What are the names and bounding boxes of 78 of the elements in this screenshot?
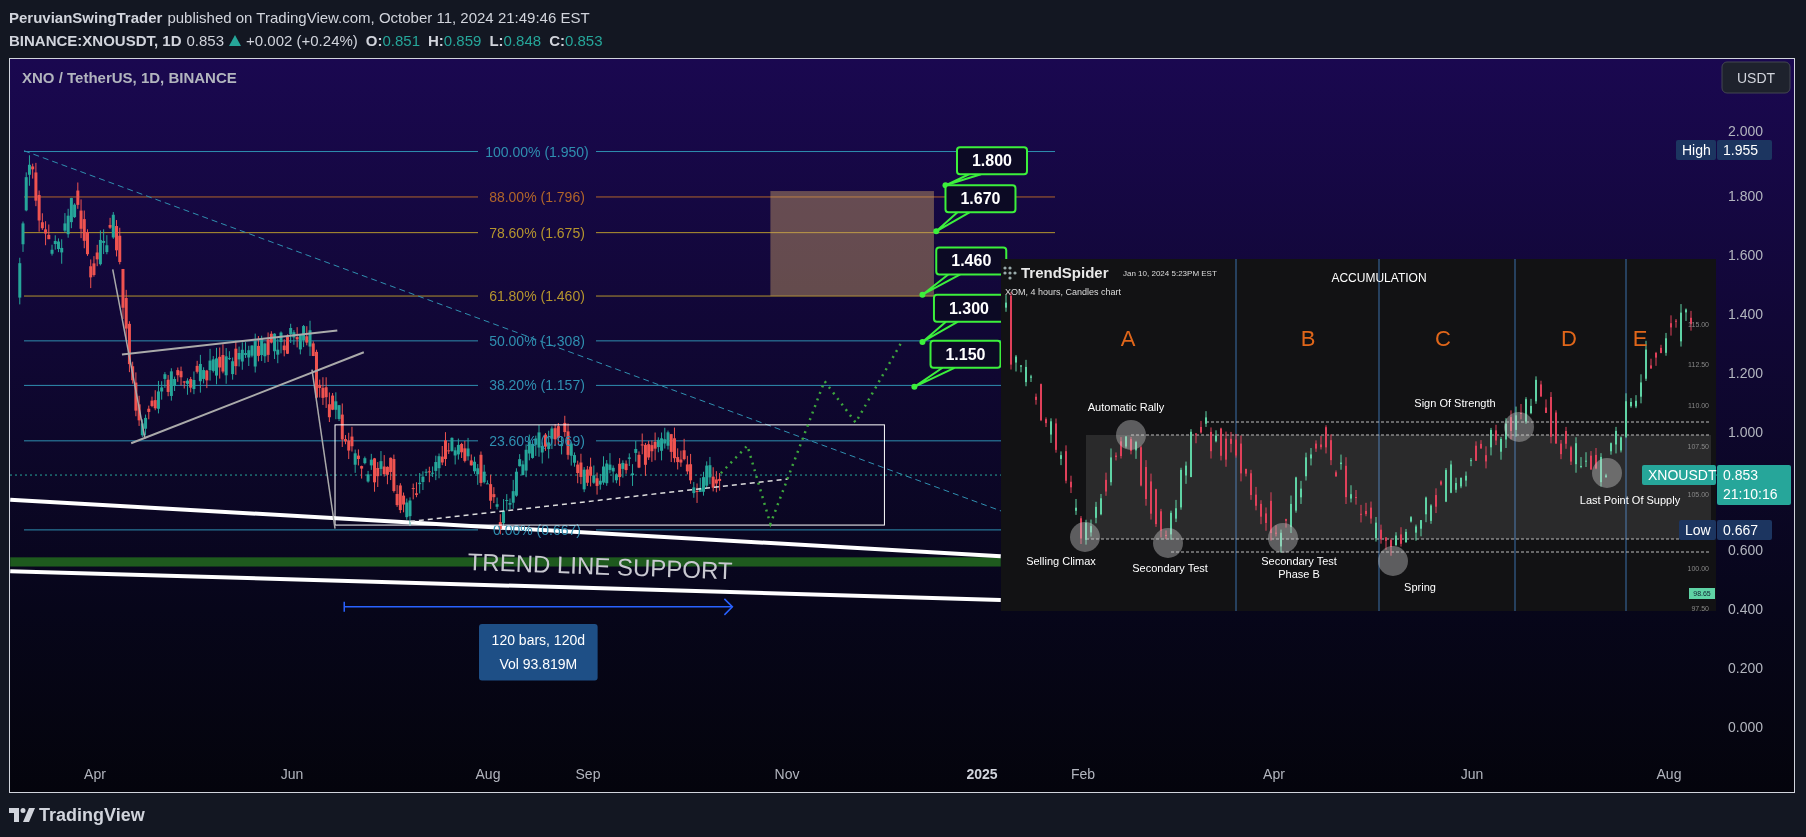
highlight-circle: [1268, 523, 1298, 553]
phase-label: B: [1300, 326, 1316, 351]
ohlc-label: H:: [428, 32, 444, 49]
fib-level-label: 50.00% (1.308): [489, 332, 585, 349]
annotation-text: TREND LINE SUPPORT: [467, 548, 733, 585]
logo-icon: [1003, 266, 1017, 280]
time-tick-label: Aug: [475, 766, 501, 782]
high-label: High: [1676, 140, 1716, 161]
ohlc-label: L:: [489, 32, 504, 49]
price-tick-label: 0.400: [1728, 600, 1764, 617]
highlight-circle: [1070, 522, 1100, 552]
fib-level-label: 38.20% (1.157): [489, 377, 585, 394]
event-label: Automatic Rally: [1087, 401, 1165, 413]
price-tick-label: 2.000: [1728, 122, 1764, 139]
price-change: +0.002 (+0.24%): [246, 32, 358, 49]
low-label: Low: [1679, 519, 1716, 540]
price-tick-label: 1.800: [1728, 187, 1764, 204]
time-tick-label: Apr: [84, 766, 106, 782]
event-label: Selling Climax: [1026, 555, 1096, 567]
last-price-label: 0.853 21:10:16: [1717, 465, 1791, 506]
price-tick-label: 1.000: [1728, 423, 1764, 440]
highlight-circle: [1116, 420, 1146, 450]
brand-name: TrendSpider: [1021, 264, 1109, 281]
ohlc-value: 0.851: [382, 32, 421, 49]
currency-button[interactable]: USDT: [1721, 61, 1791, 94]
phase-label: C: [1435, 326, 1451, 351]
time-tick-label: Aug: [1656, 766, 1682, 782]
highlight-circle: [1378, 546, 1408, 576]
ohlc-value: 0.859: [443, 32, 482, 49]
screenshot-date: Jan 10, 2024 5:23PM EST: [1123, 269, 1217, 278]
publish-info: published on TradingView.com, October 11, 2024 21:49:46 EST: [167, 9, 590, 26]
event-label: Spring: [1404, 581, 1436, 593]
up-triangle-icon: [229, 35, 242, 46]
time-tick-label: Sep: [575, 766, 601, 782]
price-tick-label: 0.600: [1728, 541, 1764, 558]
time-tick-label: Nov: [774, 766, 800, 782]
ohlc-label: C:: [549, 32, 565, 49]
event-label: Sign Of Strength: [1414, 397, 1496, 409]
time-tick-label: Apr: [1263, 766, 1285, 782]
phase-label: E: [1632, 326, 1648, 351]
time-tick-label: Jun: [280, 766, 304, 782]
phase-label: A: [1120, 326, 1136, 351]
price-tick-label: 1.600: [1728, 246, 1764, 263]
time-tick-label: Feb: [1070, 766, 1096, 782]
high-value: 1.955: [1717, 140, 1772, 161]
fib-level-label: 100.00% (1.950): [485, 143, 589, 160]
screenshot-subtitle: XOM, 4 hours, Candles chart: [1005, 287, 1122, 297]
event-label: Secondary Test: [1132, 562, 1208, 574]
fib-level-label: 61.80% (1.460): [489, 288, 585, 305]
phase-label: D: [1561, 326, 1577, 351]
price-tick-label: 0.000: [1728, 718, 1764, 735]
highlight-circle: [1153, 528, 1183, 558]
event-label: Last Point Of Supply: [1579, 494, 1681, 506]
logo-text[interactable]: TradingView: [39, 804, 145, 826]
ohlc-label: O:: [365, 32, 383, 49]
price-target-label: 1.670: [933, 184, 1017, 235]
price-target-label: 1.150: [911, 339, 1002, 390]
symbol-label: BINANCE:XNOUSDT, 1D: [9, 32, 182, 49]
author-name[interactable]: PeruvianSwingTrader: [9, 9, 163, 26]
price-tick-label: 1.200: [1728, 364, 1764, 381]
price-tick-label: 1.400: [1728, 305, 1764, 322]
ohlc-value: 0.848: [503, 32, 542, 49]
price-tick-label: 0.200: [1728, 659, 1764, 676]
highlight-circle: [1592, 458, 1622, 488]
fib-level-label: 78.60% (1.675): [489, 224, 585, 241]
measure-info-label: 120 bars, 120d Vol 93.819M: [479, 624, 598, 681]
time-tick-label: Jun: [1460, 766, 1484, 782]
highlight-circle: [1504, 412, 1534, 442]
logo-icon: [9, 808, 35, 822]
last-price: 0.853: [186, 32, 225, 49]
fib-level-label: 88.00% (1.796): [489, 188, 585, 205]
chart-heading: ACCUMULATION: [1331, 271, 1427, 285]
chart-title: XNO / TetherUS, 1D, BINANCE: [22, 69, 237, 86]
symbol-price-label: XNOUSDT: [1642, 465, 1717, 486]
event-label: Secondary Test Phase B: [1261, 555, 1337, 580]
low-value: 0.667: [1717, 519, 1772, 540]
ohlc-value: 0.853: [564, 32, 603, 49]
time-tick-label: 2025: [966, 766, 998, 782]
